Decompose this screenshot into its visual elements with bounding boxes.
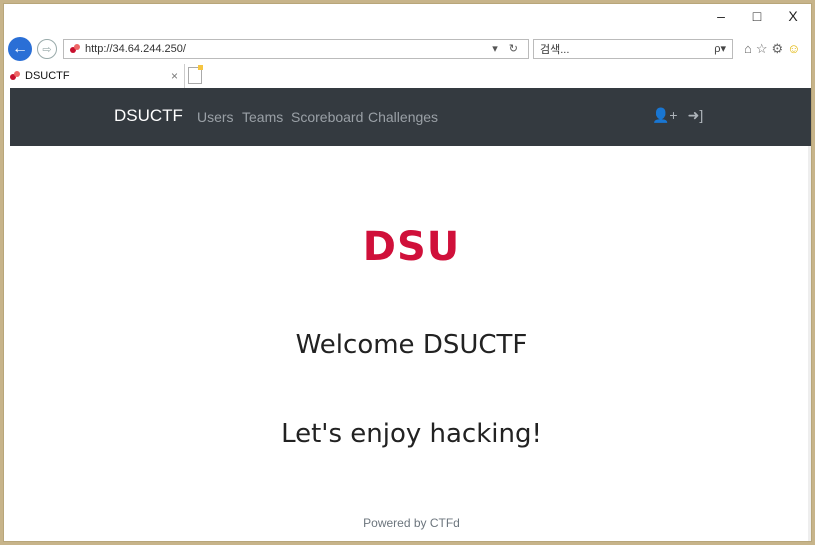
search-input[interactable]: 검색... ρ▾: [533, 39, 733, 59]
powered-by-footer[interactable]: Powered by CTFd: [10, 516, 811, 530]
tab-close-icon[interactable]: ×: [171, 69, 178, 83]
close-window-button[interactable]: X: [775, 4, 811, 28]
browser-window: – □ X ← ⇨ http://34.64.244.250/ ▾ ↻ 검색..…: [3, 3, 812, 542]
nav-link-scoreboard[interactable]: Scoreboard: [291, 109, 363, 125]
dsu-logo: DSU: [362, 224, 461, 270]
tab-favicon-icon: [10, 71, 20, 81]
register-icon[interactable]: 👤+: [652, 107, 678, 124]
browser-tool-icons: ⌂ ☆ ⚙ ☺: [744, 41, 800, 57]
search-icon[interactable]: ρ▾: [714, 42, 726, 55]
back-button[interactable]: ←: [8, 37, 32, 61]
home-icon[interactable]: ⌂: [744, 41, 752, 57]
search-placeholder: 검색...: [540, 44, 570, 56]
favorites-icon[interactable]: ☆: [756, 41, 768, 57]
favicon-icon: [70, 44, 80, 54]
tab-row: DSUCTF ×: [4, 64, 811, 88]
maximize-button[interactable]: □: [739, 4, 775, 28]
address-bar[interactable]: http://34.64.244.250/ ▾ ↻: [63, 39, 529, 59]
nav-link-users[interactable]: Users: [197, 109, 234, 125]
url-text: http://34.64.244.250/: [85, 43, 186, 55]
address-row: ← ⇨ http://34.64.244.250/ ▾ ↻ 검색... ρ▾ ⌂…: [4, 34, 811, 64]
login-icon[interactable]: ➜]: [688, 107, 704, 124]
tagline-heading: Let's enjoy hacking!: [281, 419, 542, 449]
page-content: DSU Welcome DSUCTF Let's enjoy hacking! …: [10, 146, 811, 541]
welcome-heading: Welcome DSUCTF: [295, 330, 528, 360]
refresh-icon[interactable]: ▾ ↻: [492, 42, 522, 55]
scrollbar[interactable]: [808, 146, 811, 541]
settings-icon[interactable]: ⚙: [772, 41, 784, 57]
site-brand[interactable]: DSUCTF: [114, 106, 183, 126]
new-tab-button[interactable]: [188, 65, 203, 84]
site-navbar: DSUCTF Users Teams Scoreboard Challenges…: [10, 88, 811, 146]
tab-title: DSUCTF: [25, 70, 70, 82]
nav-link-challenges[interactable]: Challenges: [368, 109, 438, 125]
nav-link-teams[interactable]: Teams: [242, 109, 283, 125]
tab-dsuctf[interactable]: DSUCTF ×: [4, 64, 185, 88]
forward-button[interactable]: ⇨: [37, 39, 57, 59]
minimize-button[interactable]: –: [703, 4, 739, 28]
window-controls: – □ X: [703, 4, 811, 28]
nav-icons: 👤+ ➜]: [652, 107, 703, 124]
smiley-icon[interactable]: ☺: [787, 41, 800, 57]
